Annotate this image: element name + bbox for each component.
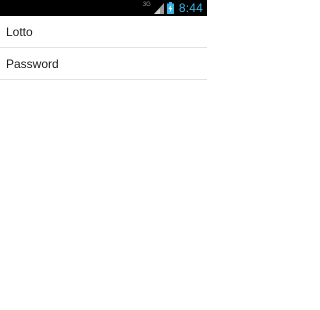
status-bar: 3G 8:44 [0,0,207,16]
menu-list: Lotto Password [0,16,207,80]
list-item-password[interactable]: Password [0,48,207,80]
signal-bars-icon [153,2,164,14]
status-icons: 3G 8:44 [143,0,203,16]
battery-charging-icon [166,2,174,14]
list-item-label: Password [6,56,59,71]
clock: 8:44 [178,1,203,15]
list-item-lotto[interactable]: Lotto [0,16,207,48]
network-type-label: 3G [142,2,151,8]
list-item-label: Lotto [6,24,33,39]
